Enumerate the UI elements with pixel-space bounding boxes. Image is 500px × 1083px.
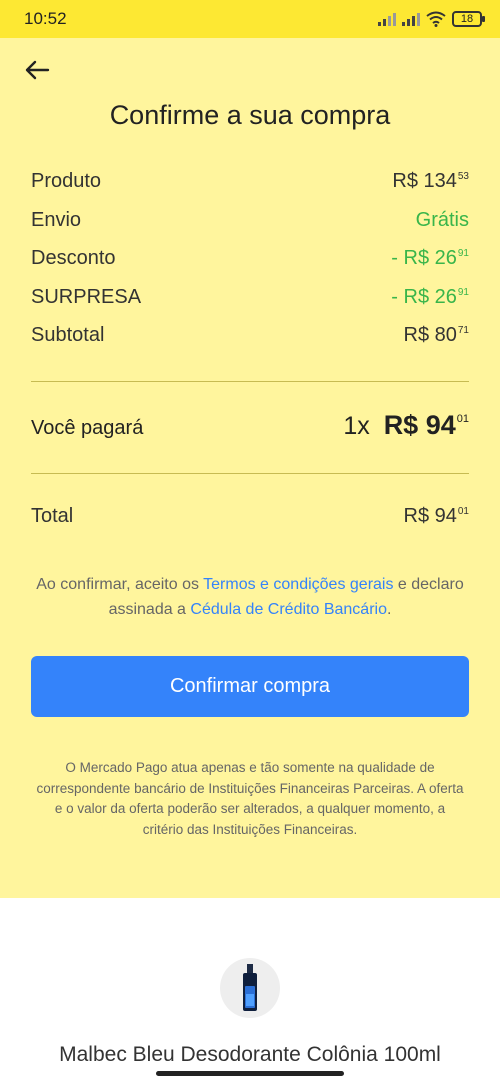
payment-label: Você pagará	[31, 417, 144, 439]
terms-text: Ao confirmar, aceito os Termos e condiçõ…	[31, 572, 469, 622]
signal-icon-2	[402, 12, 420, 26]
summary-label: SURPRESA	[31, 285, 142, 308]
checkout-panel: Confirme a sua compra Produto R$ 13453 Env…	[0, 38, 500, 898]
status-icons: 18	[378, 11, 485, 27]
product-name: Malbec Bleu Desodorante Colônia 100ml	[59, 1043, 441, 1066]
installments: 1x	[343, 412, 370, 440]
wifi-icon	[426, 11, 446, 27]
payment-cents: 01	[456, 413, 469, 425]
back-button[interactable]	[24, 60, 50, 80]
total-row: Total R$ 9401	[31, 505, 469, 528]
total-cents: 01	[457, 506, 469, 517]
disclaimer-text: O Mercado Pago atua apenas e tão somente…	[36, 760, 464, 837]
ccb-link[interactable]: Cédula de Crédito Bancário	[190, 601, 387, 618]
price-summary: Produto R$ 13453 Envio Grátis Desconto - R$ 2…	[31, 170, 469, 363]
summary-cents: 71	[457, 325, 469, 336]
confirm-purchase-button[interactable]: Confirmar compra	[31, 656, 469, 717]
arrow-left-icon	[25, 60, 50, 80]
summary-label: Envio	[31, 208, 82, 231]
summary-value: R$ 13453	[392, 170, 469, 193]
summary-row: SURPRESA - R$ 2691	[31, 286, 469, 325]
summary-amount: - R$ 26	[391, 247, 457, 269]
page-title: Confirme a sua compra	[109, 100, 391, 130]
summary-value: - R$ 2691	[391, 247, 469, 270]
terms-suffix: .	[386, 601, 392, 618]
total-value: R$ 94	[403, 505, 457, 527]
product-card: Malbec Bleu Desodorante Colônia 100ml	[0, 898, 500, 1083]
summary-row: Subtotal R$ 8071	[31, 324, 469, 363]
status-bar: 10:52 18	[0, 0, 500, 38]
perfume-bottle-icon	[220, 958, 280, 1018]
summary-cents: 91	[457, 286, 469, 298]
summary-amount: - R$ 26	[391, 285, 457, 308]
summary-value: Grátis	[416, 209, 469, 232]
summary-row: Envio Grátis	[31, 209, 469, 248]
summary-label: Produto	[31, 170, 102, 192]
status-time: 10:52	[24, 9, 67, 28]
total-amount: R$ 9401	[404, 505, 470, 528]
summary-amount: R$ 134	[392, 170, 457, 192]
summary-cents: 91	[457, 248, 469, 259]
payment-value: R$ 94	[383, 410, 456, 440]
summary-amount: R$ 80	[403, 324, 457, 346]
summary-value: - R$ 2691	[391, 286, 469, 309]
summary-value: R$ 8071	[404, 324, 470, 347]
summary-amount: Grátis	[415, 208, 469, 231]
terms-link[interactable]: Termos e condições gerais	[203, 576, 393, 593]
summary-label: Desconto	[31, 247, 116, 269]
home-indicator[interactable]	[156, 1071, 344, 1076]
summary-row: Desconto - R$ 2691	[31, 247, 469, 286]
payment-amount: 1x R$ 9401	[343, 410, 469, 441]
terms-prefix: Ao confirmar, aceito os	[36, 576, 204, 593]
signal-icon	[378, 12, 396, 26]
divider	[31, 381, 469, 382]
total-label: Total	[31, 505, 74, 527]
payment-row: Você pagará 1x R$ 9401	[31, 410, 469, 441]
divider	[31, 473, 469, 474]
battery-icon: 18	[452, 11, 485, 27]
summary-row: Produto R$ 13453	[31, 170, 469, 209]
summary-cents: 53	[457, 171, 469, 182]
summary-label: Subtotal	[31, 324, 105, 346]
